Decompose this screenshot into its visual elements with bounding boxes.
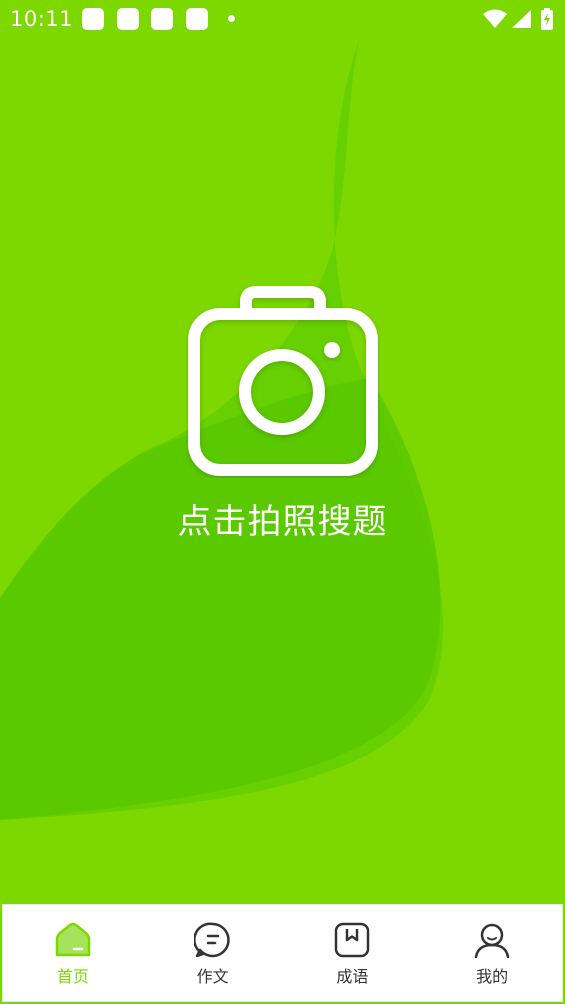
status-time: 10:11 (10, 7, 74, 31)
notification-icon (82, 8, 104, 30)
notification-icon (117, 8, 139, 30)
tab-home[interactable]: 首页 (3, 905, 143, 1001)
tab-home-label: 首页 (56, 967, 89, 986)
tab-idioms[interactable]: 成语 (283, 905, 423, 1001)
tab-profile[interactable]: 我的 (422, 905, 562, 1001)
bottom-nav: 首页 作文 成语 我的 (2, 904, 563, 1002)
chat-bubble-icon (193, 922, 230, 958)
bookmark-book-icon (335, 922, 370, 958)
wifi-icon (483, 9, 507, 28)
home-icon (55, 922, 91, 957)
tab-idioms-label: 成语 (336, 967, 369, 986)
battery-charging-icon (541, 8, 553, 30)
tab-essay-label: 作文 (196, 967, 229, 986)
status-bar: 10:11 (0, 0, 565, 38)
take-photo-search-label[interactable]: 点击拍照搜题 (0, 494, 565, 543)
camera-icon[interactable] (186, 284, 380, 478)
tab-profile-label: 我的 (476, 967, 509, 986)
user-icon (474, 923, 510, 959)
signal-icon (512, 10, 531, 28)
tab-essay[interactable]: 作文 (143, 905, 283, 1001)
notification-icon (151, 8, 173, 30)
notification-icon (186, 8, 208, 30)
more-notifications-icon (228, 15, 235, 22)
